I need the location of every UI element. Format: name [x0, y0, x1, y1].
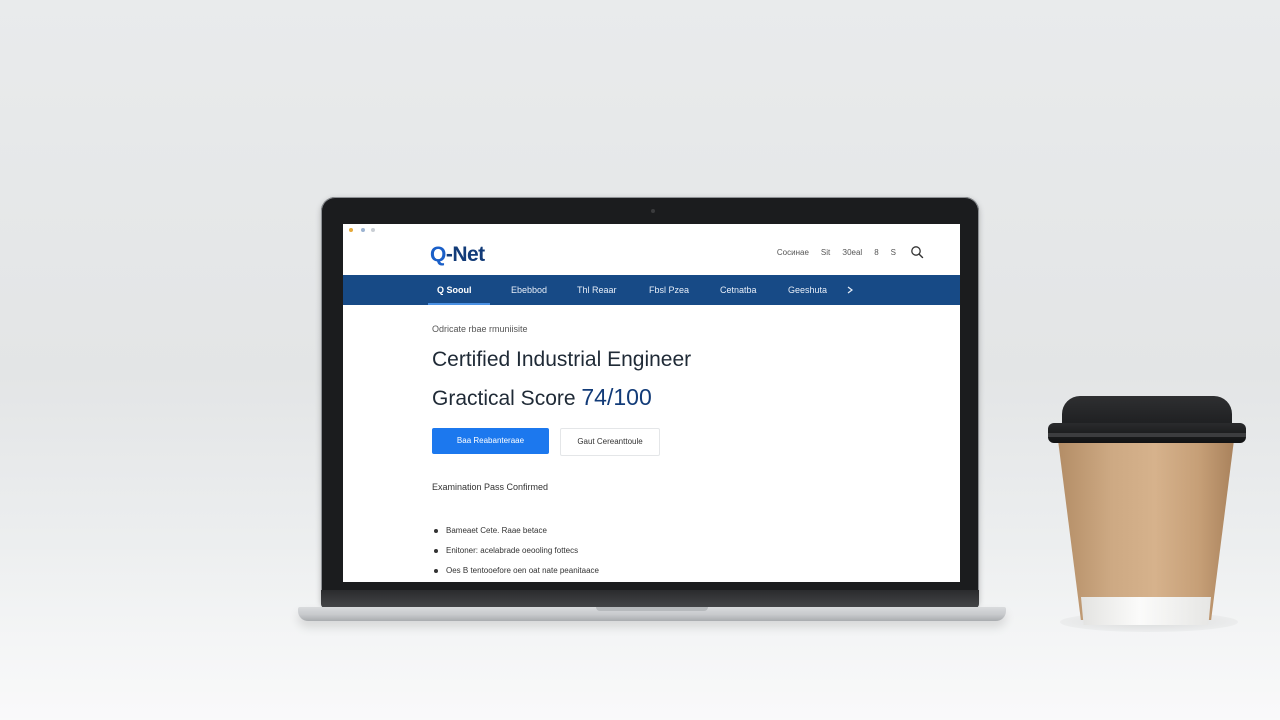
webcam — [651, 209, 655, 213]
list-item: Enitoner: acelabrade oeooling fottecs — [432, 544, 599, 564]
top-link-4[interactable]: 8 — [874, 248, 878, 257]
score-heading: Gractical Score 74/100 — [432, 384, 932, 411]
details-list: Bameaet Cete. Raae betace Enitoner: acel… — [432, 524, 599, 582]
bullet-icon — [434, 529, 438, 533]
top-link-3[interactable]: З0еаl — [842, 248, 862, 257]
nav-item-6[interactable]: Geeshuta — [788, 275, 827, 305]
nav-item-3[interactable]: Thl Reaar — [577, 275, 617, 305]
primary-button[interactable]: Baa Reabanteraae — [432, 428, 549, 454]
browser-tab-bar — [343, 224, 960, 236]
coffee-cup — [1058, 440, 1234, 620]
logo-text: -Net — [445, 243, 485, 266]
laptop-notch — [596, 607, 708, 611]
top-links: Cосинае Sit З0еаl 8 S — [777, 248, 896, 257]
score-value: 74/100 — [581, 384, 652, 410]
tab-icon[interactable] — [371, 228, 375, 232]
result-section: Odricate rbae rmuniisite Certified Indus… — [432, 324, 932, 411]
nav-item-2[interactable]: Ebebbod — [511, 275, 547, 305]
nav-active-indicator — [428, 303, 490, 305]
laptop-bezel — [321, 590, 979, 608]
page-title: Certified Industrial Engineer — [432, 348, 692, 371]
bullet-icon — [434, 549, 438, 553]
tab-icon[interactable] — [361, 228, 365, 232]
score-label: Gractical Score — [432, 387, 582, 410]
cup-lid-band — [1048, 433, 1246, 437]
bullet-icon — [434, 569, 438, 573]
list-item-text: Bameaet Cete. Raae betace — [446, 526, 547, 535]
list-item-text: Enitoner: acelabrade oeooling fottecs — [446, 546, 579, 555]
secondary-button[interactable]: Gaut Cereanttoule — [560, 428, 660, 456]
top-link-2[interactable]: Sit — [821, 248, 830, 257]
main-nav: Q Sooul Ebebbod Thl Reaar Fbsl Pzea Cetn… — [343, 275, 960, 305]
pass-status: Examination Pass Confirmed — [432, 482, 549, 492]
list-item: Bameaet Cete. Raae betace — [432, 524, 599, 544]
search-icon[interactable] — [910, 245, 924, 259]
qnet-logo[interactable]: Q-Net — [430, 243, 485, 267]
nav-item-home[interactable]: Q Sooul — [437, 275, 472, 305]
breadcrumb: Odricate rbae rmuniisite — [432, 324, 528, 334]
laptop-screen: Q-Net Cосинае Sit З0еаl 8 S Q Sooul Ebeb… — [343, 224, 960, 582]
favicon-icon[interactable] — [349, 228, 353, 232]
nav-item-4[interactable]: Fbsl Pzea — [649, 275, 689, 305]
top-link-5[interactable]: S — [891, 248, 896, 257]
chevron-right-icon[interactable] — [846, 286, 854, 294]
top-link-1[interactable]: Cосинае — [777, 248, 809, 257]
list-item: Oes B tentooefore oen oat nate peanitaac… — [432, 564, 599, 582]
nav-item-5[interactable]: Cetnatba — [720, 275, 757, 305]
site-header: Q-Net Cосинае Sit З0еаl 8 S — [343, 236, 960, 274]
list-item-text: Oes B tentooefore oen oat nate peanitaac… — [446, 566, 600, 575]
cup-bottom — [1081, 597, 1211, 625]
logo-letter: Q — [430, 243, 446, 266]
